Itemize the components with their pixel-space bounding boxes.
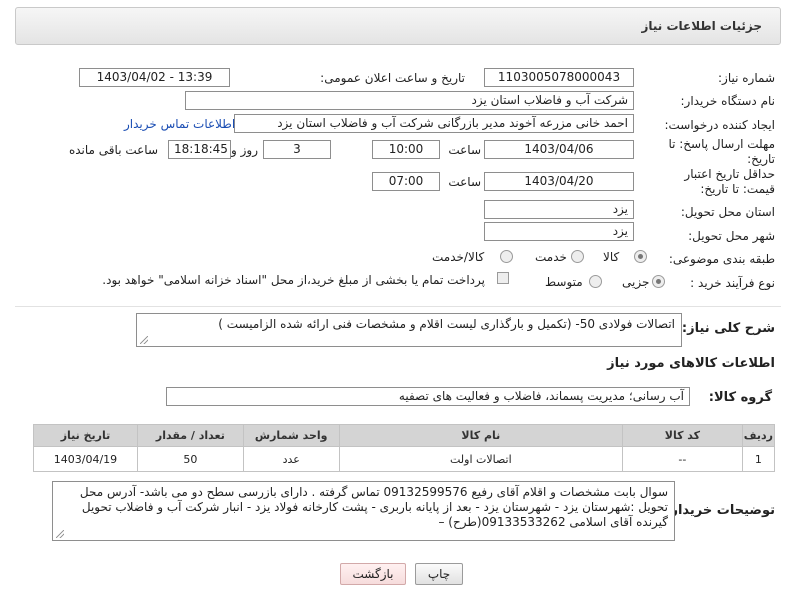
process-partial-radio[interactable]: [652, 275, 665, 288]
category-service-radio[interactable]: [571, 250, 584, 263]
announce-datetime-label: تاریخ و ساعت اعلان عمومی:: [320, 71, 465, 85]
resize-grip-icon[interactable]: [140, 336, 148, 344]
process-partial-label: جزیی: [622, 275, 650, 289]
reply-days-field: 3: [263, 140, 331, 159]
validity-time-field: 07:00: [372, 172, 440, 191]
general-desc-textarea[interactable]: اتصالات فولادی 50- (تکمیل و بارگذاری لیس…: [136, 313, 682, 347]
page-title: جزئیات اطلاعات نیاز: [641, 19, 762, 33]
city-field: یزد: [484, 222, 634, 241]
category-goods-radio[interactable]: [634, 250, 647, 263]
col-header-need-date: تاریخ نیاز: [33, 424, 138, 447]
details-panel-header: جزئیات اطلاعات نیاز: [15, 7, 781, 45]
treasury-checkbox[interactable]: [497, 272, 509, 284]
cell-need-date: 1403/04/19: [33, 446, 138, 472]
reply-date-field: 1403/04/06: [484, 140, 634, 159]
category-label: طبقه بندی موضوعی:: [668, 252, 775, 266]
buyer-org-field: شرکت آب و فاضلاب استان یزد: [185, 91, 634, 110]
category-goods-service-radio[interactable]: [500, 250, 513, 263]
cell-quantity: 50: [136, 446, 244, 472]
col-header-goods-code: کد کالا: [622, 424, 743, 447]
goods-table: ردیف کد کالا نام کالا واحد شمارش تعداد /…: [33, 424, 776, 472]
category-goods-label: کالا: [603, 250, 620, 264]
remaining-time-field: 18:18:45: [168, 140, 231, 159]
buyer-contact-link[interactable]: اطلاعات تماس خریدار: [124, 117, 235, 131]
col-header-quantity: تعداد / مقدار: [136, 424, 244, 447]
col-header-row-number: ردیف: [741, 424, 776, 447]
requester-label: ایجاد کننده درخواست:: [664, 118, 775, 132]
remaining-label: ساعت باقی مانده: [68, 143, 158, 157]
reply-time-label: ساعت: [448, 143, 481, 157]
city-label: شهر محل تحویل:: [688, 229, 775, 243]
general-desc-text: اتصالات فولادی 50- (تکمیل و بارگذاری لیس…: [218, 317, 675, 331]
buyer-org-label: نام دستگاه خریدار:: [680, 94, 776, 108]
goods-group-field: آب رسانی؛ مدیریت پسماند، فاضلاب و فعالیت…: [166, 387, 690, 406]
cell-row-number: 1: [741, 446, 776, 472]
announce-datetime-field: 1403/04/02 - 13:39: [79, 68, 230, 87]
need-number-field: 1103005078000043: [484, 68, 634, 87]
goods-info-heading: اطلاعات کالاهای مورد نیاز: [607, 356, 775, 371]
col-header-goods-name: نام کالا: [338, 424, 624, 447]
buyer-notes-textarea[interactable]: سوال بابت مشخصات و اقلام آقای رفیع 09132…: [52, 481, 675, 541]
general-desc-label: شرح کلی نیاز:: [681, 321, 775, 336]
category-goods-service-label: کالا/خدمت: [432, 250, 485, 264]
cell-goods-code: --: [622, 446, 743, 472]
buyer-notes-text: سوال بابت مشخصات و اقلام آقای رفیع 09132…: [79, 485, 668, 529]
category-service-label: خدمت: [535, 250, 567, 264]
reply-time-field: 10:00: [372, 140, 440, 159]
reply-deadline-label: مهلت ارسال پاسخ: تا تاریخ:: [668, 137, 775, 166]
buyer-notes-label: توضیحات خریدار:: [665, 503, 775, 518]
print-button[interactable]: چاپ: [415, 563, 463, 585]
table-row: 1 -- اتصالات اولت عدد 50 1403/04/19: [33, 446, 776, 472]
need-number-label: شماره نیاز:: [718, 71, 775, 85]
province-field: یزد: [484, 200, 634, 219]
validity-date-field: 1403/04/20: [484, 172, 634, 191]
price-validity-label: حداقل تاریخ اعتبار قیمت: تا تاریخ:: [684, 167, 775, 196]
table-header-row: ردیف کد کالا نام کالا واحد شمارش تعداد /…: [33, 424, 776, 447]
cell-unit: عدد: [242, 446, 340, 472]
process-medium-radio[interactable]: [589, 275, 602, 288]
back-button[interactable]: بازگشت: [340, 563, 406, 585]
treasury-note: پرداخت تمام یا بخشی از مبلغ خرید،از محل …: [102, 273, 485, 287]
province-label: استان محل تحویل:: [680, 205, 775, 219]
process-medium-label: متوسط: [545, 275, 583, 289]
divider: [15, 306, 781, 307]
resize-grip-icon[interactable]: [56, 530, 64, 538]
goods-group-label: گروه کالا:: [708, 390, 772, 405]
cell-goods-name: اتصالات اولت: [338, 446, 624, 472]
col-header-unit: واحد شمارش: [242, 424, 340, 447]
requester-field: احمد خانی مزرعه آخوند مدیر بازرگانی شرکت…: [234, 114, 634, 133]
validity-time-label: ساعت: [448, 175, 481, 189]
process-type-label: نوع فرآیند خرید :: [690, 276, 775, 290]
days-label: روز و: [231, 143, 258, 157]
